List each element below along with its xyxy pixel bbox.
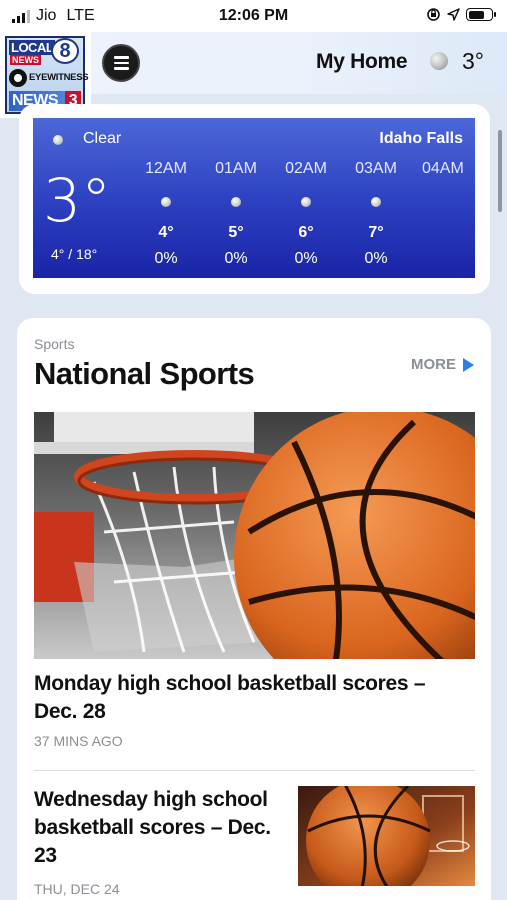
basketball-hoop-illustration <box>34 412 475 659</box>
play-arrow-icon <box>463 357 474 372</box>
article-title[interactable]: Monday high school basketball scores – D… <box>34 670 454 726</box>
hi-lo-temperature: 4° / 18° <box>51 246 98 262</box>
current-temperature: 3° <box>43 166 112 236</box>
logo-badge: LOCAL 8 NEWS EYEWITNESS NEWS 3 <box>5 36 89 114</box>
hour-label: 04AM <box>422 160 464 177</box>
moon-icon <box>231 197 241 207</box>
hourly-forecast-item: 02AM 6° 0% <box>276 160 336 267</box>
logo-eight-mark: 8 <box>51 38 79 64</box>
hourly-forecast-item: 03AM 7° 0% <box>346 160 406 267</box>
article-timestamp: THU, DEC 24 <box>34 881 120 897</box>
sports-section-card: Sports National Sports MORE Monday high … <box>17 318 491 900</box>
section-title: National Sports <box>34 356 255 391</box>
logo-local-mark: LOCAL <box>9 40 56 55</box>
app-header: LOCAL 8 NEWS EYEWITNESS NEWS 3 My Home 3° <box>0 32 507 118</box>
moon-icon <box>430 52 448 70</box>
article-thumbnail-basketball[interactable] <box>34 412 475 659</box>
weather-card: Clear Idaho Falls 3° 4° / 18° 12AM 4° 0%… <box>19 104 490 294</box>
hourly-forecast-item: 04AM 8° 0% <box>416 160 475 178</box>
hour-label: 01AM <box>215 160 257 177</box>
hour-temp: 5° <box>228 224 244 241</box>
logo-news-mark: NEWS <box>10 55 41 65</box>
more-button[interactable]: MORE <box>411 356 474 373</box>
menu-button[interactable] <box>102 44 140 82</box>
hour-precip: 0% <box>294 250 318 267</box>
hour-label: 02AM <box>285 160 327 177</box>
hour-temp: 6° <box>298 224 314 241</box>
weather-condition: Clear <box>83 130 122 147</box>
hour-precip: 0% <box>154 250 178 267</box>
status-right <box>426 7 496 22</box>
moon-icon <box>301 197 311 207</box>
basketball-illustration <box>298 786 475 886</box>
moon-icon <box>53 135 63 145</box>
hamburger-icon-line <box>113 67 129 70</box>
status-bar: Jio LTE 12:06 PM <box>0 0 507 32</box>
hour-temp: 7° <box>368 224 384 241</box>
battery-icon <box>466 8 496 21</box>
location-selector[interactable]: My Home <box>316 50 408 74</box>
more-label: MORE <box>411 356 456 373</box>
hour-temp: 4° <box>158 224 174 241</box>
article-title[interactable]: Wednesday high school basketball scores … <box>34 786 289 870</box>
weather-forecast-panel[interactable]: Clear Idaho Falls 3° 4° / 18° 12AM 4° 0%… <box>33 118 475 278</box>
divider <box>34 770 475 771</box>
orientation-lock-icon <box>427 8 440 21</box>
hour-label: 12AM <box>145 160 187 177</box>
moon-icon <box>371 197 381 207</box>
hour-precip: 0% <box>364 250 388 267</box>
cbs-eye-icon <box>9 69 27 87</box>
article-thumbnail-basketball[interactable] <box>298 786 475 886</box>
hamburger-icon-line <box>113 61 129 65</box>
hamburger-icon-line <box>113 56 129 59</box>
article-timestamp: 37 MINS AGO <box>34 733 123 749</box>
hourly-forecast-item: 12AM 4° 0% <box>136 160 196 267</box>
hour-label: 03AM <box>355 160 397 177</box>
section-category: Sports <box>34 336 75 352</box>
hourly-forecast-item: 01AM 5° 0% <box>206 160 266 267</box>
hour-precip: 0% <box>224 250 248 267</box>
scrollbar[interactable] <box>498 130 502 212</box>
header-temperature[interactable]: 3° <box>462 48 484 75</box>
moon-icon <box>161 197 171 207</box>
weather-location: Idaho Falls <box>379 130 463 147</box>
logo-eyewitness-mark: EYEWITNESS <box>29 72 89 83</box>
location-arrow-icon <box>447 8 460 21</box>
